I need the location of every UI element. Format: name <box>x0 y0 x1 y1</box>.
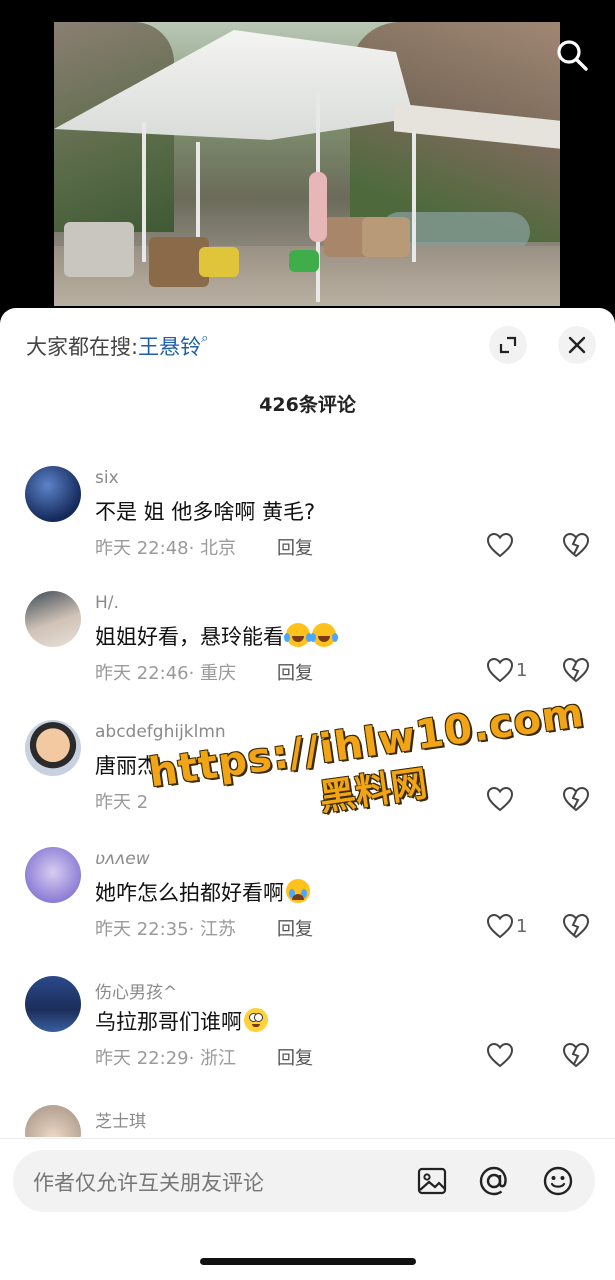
comment-location: · 浙江 <box>188 1048 237 1069</box>
broken-heart-icon[interactable] <box>562 1042 590 1068</box>
camping-gear <box>199 247 239 277</box>
comment-input-placeholder[interactable]: 作者仅允许互关朋友评论 <box>33 1167 264 1197</box>
avatar[interactable] <box>25 847 81 903</box>
comment-text: 姐姐好看，悬玲能看 <box>95 621 338 651</box>
laugh-cry-emoji-icon <box>284 623 312 647</box>
comment-item: six 不是 姐 他多啥啊 黄毛? 昨天 22:48· 北京 回复 <box>0 466 615 578</box>
comment-item: 芝士琪 <box>0 1105 615 1137</box>
avatar[interactable] <box>25 591 81 647</box>
hot-search[interactable]: 大家都在搜:王悬铃⌕ <box>26 331 208 361</box>
crying-emoji-icon <box>286 879 310 903</box>
comment-count: 426条评论 <box>259 394 356 416</box>
comment-text: 唐丽杰 <box>95 754 158 778</box>
camping-gear <box>64 222 134 277</box>
comment-meta: 昨天 22:35· 江苏 <box>95 915 236 941</box>
like-count: 1 <box>516 915 528 937</box>
avatar[interactable] <box>25 466 81 522</box>
eye-roll-emoji-icon <box>244 1008 268 1032</box>
username[interactable]: abcdefghijklmn <box>95 722 226 742</box>
username[interactable]: 伤心男孩^ <box>95 978 177 1003</box>
comment-time: 昨天 22:29 <box>95 1048 189 1069</box>
comment-location: · 江苏 <box>188 919 237 940</box>
reply-button[interactable]: 回复 <box>277 915 313 941</box>
avatar[interactable] <box>25 976 81 1032</box>
comment-item: abcdefghijklmn 唐丽杰 昨天 2 <box>0 720 615 832</box>
comment-text: 乌拉那哥们谁啊 <box>95 1006 268 1036</box>
tent-pole <box>196 142 200 252</box>
close-icon <box>568 336 586 354</box>
username[interactable]: H/. <box>95 593 119 613</box>
comment-item: H/. 姐姐好看，悬玲能看 昨天 22:46· 重庆 回复 1 <box>0 591 615 703</box>
like-button[interactable]: 1 <box>486 913 527 939</box>
heart-icon <box>486 532 514 558</box>
camping-gear <box>289 250 319 272</box>
broken-heart-icon[interactable] <box>562 657 590 683</box>
comment-text-body: 她咋怎么拍都好看啊 <box>95 881 284 905</box>
broken-heart-icon[interactable] <box>562 913 590 939</box>
comment-time: 昨天 2 <box>95 792 149 813</box>
input-divider <box>0 1138 615 1139</box>
comment-text: 她咋怎么拍都好看啊 <box>95 877 310 907</box>
comment-time: 昨天 22:35 <box>95 919 189 940</box>
image-icon[interactable] <box>415 1164 449 1198</box>
comment-panel: 大家都在搜:王悬铃⌕ 426条评论 six 不是 姐 他多啥啊 黄毛? 昨天 2… <box>0 308 615 1280</box>
comment-text-body: 乌拉那哥们谁啊 <box>95 1010 242 1034</box>
like-button[interactable] <box>486 1042 514 1068</box>
camping-chair <box>362 217 410 257</box>
like-button[interactable] <box>486 786 514 812</box>
username[interactable]: ʋʌʌew <box>95 849 150 869</box>
comment-meta: 昨天 2 <box>95 788 148 814</box>
reply-button[interactable]: 回复 <box>277 534 313 560</box>
broken-heart-icon[interactable] <box>562 532 590 558</box>
comment-location: · 重庆 <box>188 663 237 684</box>
comment-text-body: 姐姐好看，悬玲能看 <box>95 625 284 649</box>
comment-item: 伤心男孩^ 乌拉那哥们谁啊 昨天 22:29· 浙江 回复 <box>0 976 615 1088</box>
search-icon[interactable] <box>555 38 589 72</box>
expand-icon <box>499 336 517 354</box>
emoji-icon[interactable] <box>541 1164 575 1198</box>
video-frame[interactable] <box>54 22 560 306</box>
comment-meta: 昨天 22:29· 浙江 <box>95 1044 236 1070</box>
comment-meta: 昨天 22:48· 北京 <box>95 534 236 560</box>
username[interactable]: six <box>95 468 119 488</box>
heart-icon <box>486 657 514 683</box>
comment-time: 昨天 22:48 <box>95 538 189 559</box>
comment-time: 昨天 22:46 <box>95 663 189 684</box>
comment-location: · 北京 <box>188 538 237 559</box>
avatar[interactable] <box>25 1105 81 1137</box>
heart-icon <box>486 913 514 939</box>
comment-item: ʋʌʌew 她咋怎么拍都好看啊 昨天 22:35· 江苏 回复 1 <box>0 847 615 959</box>
reply-button[interactable]: 回复 <box>277 659 313 685</box>
hot-search-label: 大家都在搜: <box>26 335 139 359</box>
hot-search-keyword[interactable]: 王悬铃 <box>138 335 201 359</box>
like-button[interactable]: 1 <box>486 657 527 683</box>
username[interactable]: 芝士琪 <box>95 1107 146 1132</box>
home-indicator[interactable] <box>200 1258 416 1265</box>
like-count: 1 <box>516 659 528 681</box>
comment-meta: 昨天 22:46· 重庆 <box>95 659 236 685</box>
search-small-icon: ⌕ <box>201 331 209 346</box>
heart-icon <box>486 1042 514 1068</box>
expand-button[interactable] <box>489 326 527 364</box>
broken-heart-icon[interactable] <box>562 786 590 812</box>
close-button[interactable] <box>558 326 596 364</box>
like-button[interactable] <box>486 532 516 558</box>
tent-pole <box>142 122 146 262</box>
laugh-cry-emoji-icon <box>310 623 338 647</box>
avatar[interactable] <box>25 720 81 776</box>
at-icon[interactable] <box>477 1164 511 1198</box>
comment-text: 不是 姐 他多啥啊 黄毛? <box>95 500 316 524</box>
tent-pole <box>412 132 416 262</box>
heart-icon <box>486 786 514 812</box>
reply-button[interactable]: 回复 <box>277 1044 313 1070</box>
comment-input-bar[interactable]: 作者仅允许互关朋友评论 <box>13 1150 595 1212</box>
person <box>309 172 327 242</box>
